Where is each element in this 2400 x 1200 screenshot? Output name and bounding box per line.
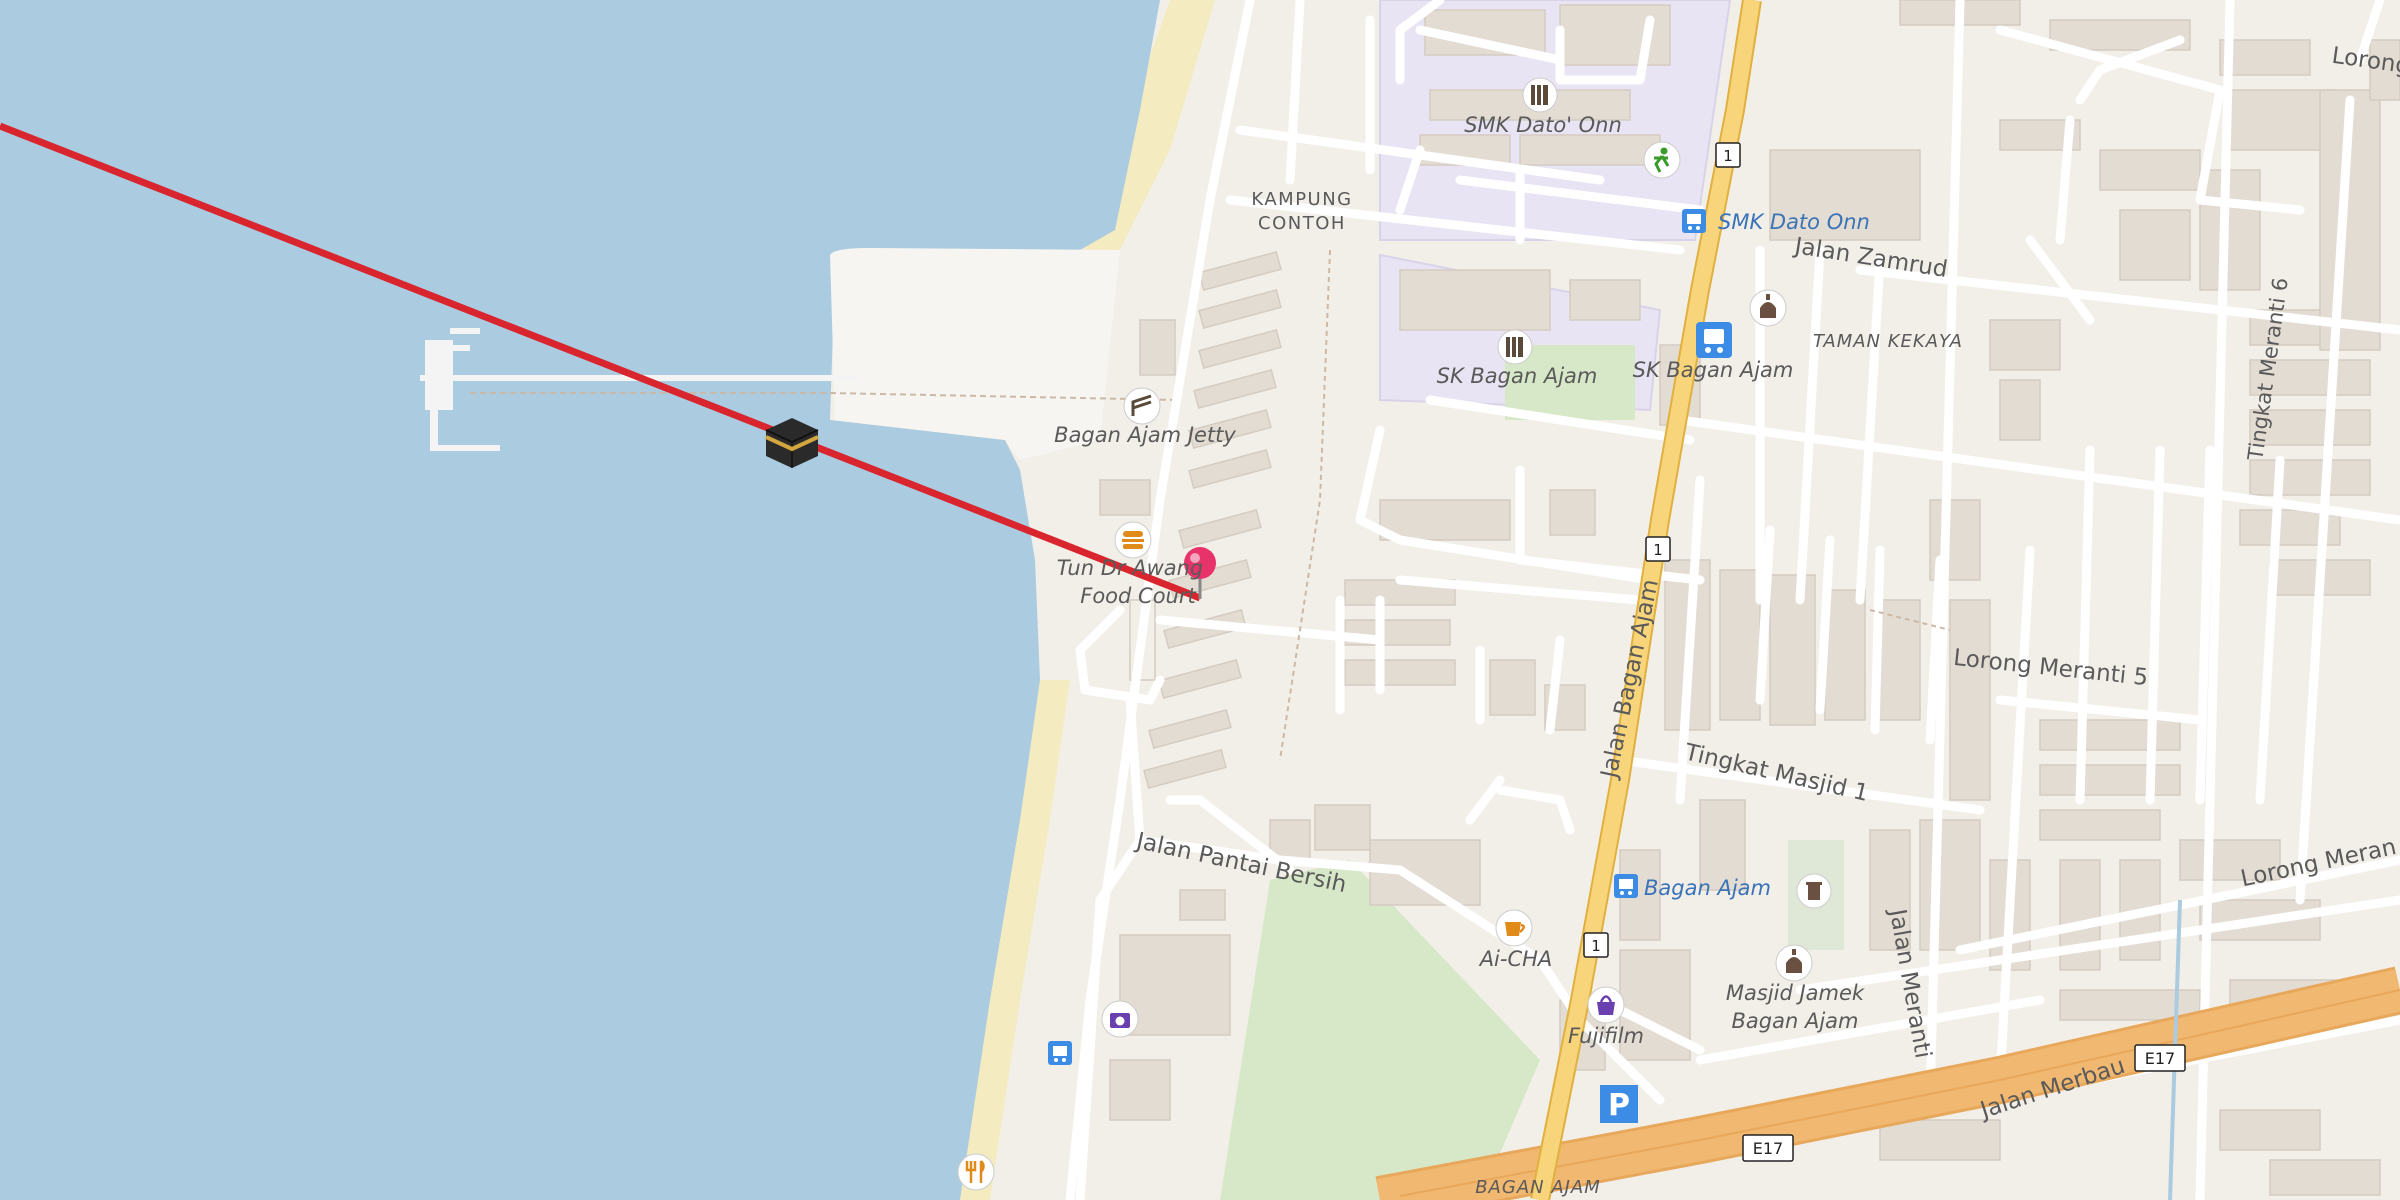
e17-shield-1: E17 bbox=[2134, 1044, 2186, 1072]
label-sk-bagan-ajam-bus: SK Bagan Ajam bbox=[1633, 358, 1794, 382]
fast-food-icon[interactable] bbox=[1114, 521, 1152, 559]
jetty-icon[interactable] bbox=[1123, 387, 1161, 425]
label-ai-cha: Ai-CHA bbox=[1478, 947, 1553, 971]
svg-text:E17: E17 bbox=[1753, 1139, 1783, 1158]
label-taman-kekaya: TAMAN KEKAYA bbox=[1813, 331, 1963, 352]
label-bagan-ajam-jetty: Bagan Ajam Jetty bbox=[1054, 423, 1236, 447]
label-contoh: CONTOH bbox=[1258, 213, 1346, 234]
shop-icon[interactable] bbox=[1587, 986, 1625, 1024]
svg-text:1: 1 bbox=[1591, 937, 1601, 955]
mosque-icon[interactable] bbox=[1749, 289, 1787, 327]
map-canvas[interactable]: 1 1 1 E17 E17 P SMK Dato' Onn KAMPUNG CO… bbox=[0, 0, 2400, 1200]
label-masjid-jamek-line-1: Masjid Jamek bbox=[1726, 981, 1865, 1005]
camera-shop-icon[interactable] bbox=[1101, 1000, 1139, 1038]
label-sk-bagan-ajam-school: SK Bagan Ajam bbox=[1437, 364, 1598, 388]
svg-text:1: 1 bbox=[1723, 147, 1733, 165]
school-icon[interactable] bbox=[1497, 329, 1533, 365]
label-fujifilm: Fujifilm bbox=[1568, 1024, 1644, 1048]
sea bbox=[0, 0, 1160, 1200]
sports-icon[interactable] bbox=[1643, 141, 1681, 179]
label-food-court-line-1: Tun Dr Awang bbox=[1057, 556, 1204, 580]
label-bus-bagan-ajam: Bagan Ajam bbox=[1644, 876, 1771, 900]
bus-stop-icon[interactable] bbox=[1696, 322, 1732, 358]
school-icon[interactable] bbox=[1522, 77, 1558, 113]
svg-text:E17: E17 bbox=[2145, 1049, 2175, 1068]
waste-icon[interactable] bbox=[1796, 873, 1832, 909]
mosque-icon[interactable] bbox=[1775, 944, 1813, 982]
label-masjid-jamek-line-2: Bagan Ajam bbox=[1732, 1009, 1859, 1033]
label-bagan-ajam-area: BAGAN AJAM bbox=[1475, 1177, 1601, 1198]
bus-stop-icon[interactable] bbox=[1614, 874, 1638, 898]
bus-stop-icon[interactable] bbox=[1048, 1041, 1072, 1065]
route-1-shield-2: 1 bbox=[1645, 536, 1671, 562]
svg-text:P: P bbox=[1608, 1088, 1630, 1123]
label-smk-dato-onn: SMK Dato' Onn bbox=[1464, 113, 1622, 137]
restaurant-icon[interactable] bbox=[957, 1153, 995, 1191]
route-1-shield-3: 1 bbox=[1583, 932, 1609, 958]
bus-stop-icon[interactable] bbox=[1682, 209, 1706, 233]
label-food-court-line-2: Food Court bbox=[1080, 584, 1196, 608]
cafe-icon[interactable] bbox=[1495, 909, 1533, 947]
route-1-shield-1: 1 bbox=[1715, 142, 1741, 168]
e17-shield-2: E17 bbox=[1742, 1134, 1794, 1162]
label-kampung: KAMPUNG bbox=[1251, 189, 1352, 210]
label-bus-smk-dato-onn: SMK Dato Onn bbox=[1718, 210, 1870, 234]
parking-icon[interactable]: P bbox=[1600, 1085, 1638, 1123]
svg-text:1: 1 bbox=[1653, 541, 1663, 559]
